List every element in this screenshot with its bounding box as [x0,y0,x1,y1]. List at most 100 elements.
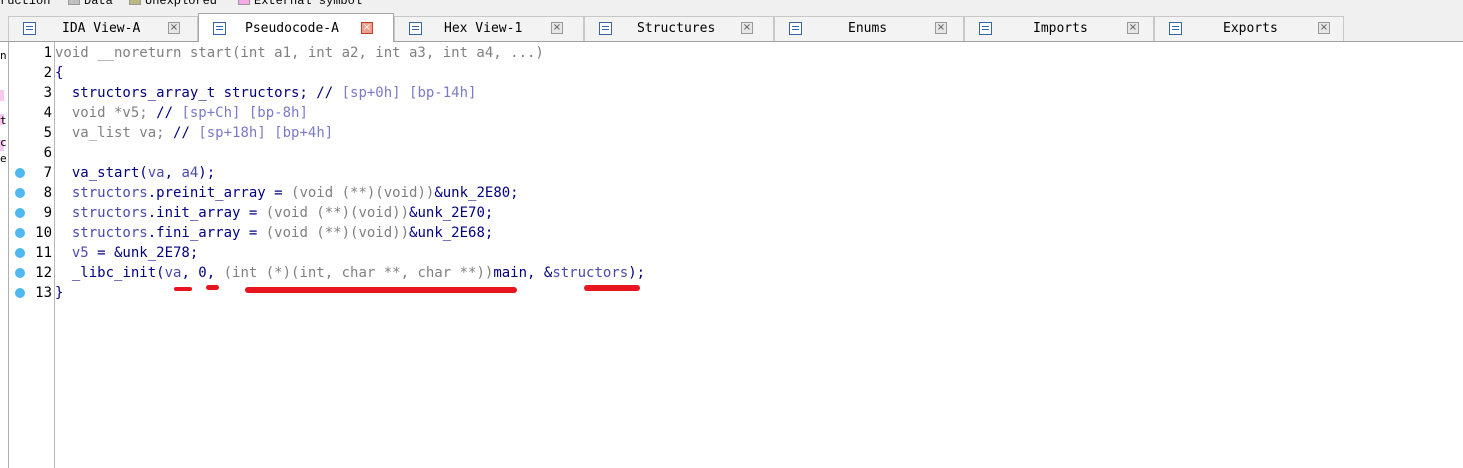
code-token: structors_array_t structors; [55,85,317,101]
breakpoint-dot-icon[interactable] [15,268,25,278]
close-icon[interactable]: × [741,22,753,34]
tab-label: Structures [637,21,716,36]
legend-swatch [68,0,80,6]
code-line[interactable]: _libc_init(va, 0, (int (*)(int, char **,… [55,263,645,283]
line-number: 12 [35,265,52,281]
code-line[interactable]: structors.fini_array = (void (**)(void))… [55,223,493,243]
line-number: 8 [43,185,52,201]
left-panel-text: n [0,49,7,62]
tab-enums[interactable]: Enums × [774,16,964,41]
tab-ida-view-a[interactable]: IDA View-A × [8,16,198,41]
code-token: (void (**)(void)) [291,185,435,201]
tab-label: Exports [1223,21,1278,36]
breakpoint-dot-icon[interactable] [15,288,25,298]
tab-bar: IDA View-A × Pseudocode-A × Hex View-1 × Struc… [0,11,1463,42]
code-token: void *v5; [55,105,157,121]
red-annotation-underline [206,285,219,290]
left-panel-text: e [0,152,7,165]
line-number: 10 [35,225,52,241]
left-panel[interactable]: n tce [0,42,9,468]
breakpoint-dot-icon[interactable] [15,208,25,218]
code-token: main, & [493,265,553,281]
close-icon[interactable]: × [361,22,373,34]
code-line[interactable]: va_list va; // [sp+18h] [bp+4h] [55,123,333,143]
code-line[interactable]: { [55,63,63,83]
disassembly-icon [23,22,36,35]
code-token: .preinit_array = [147,185,292,201]
breakpoint-dot-icon[interactable] [15,188,25,198]
line-number: 11 [35,245,52,261]
code-line[interactable]: structors.preinit_array = (void (**)(voi… [55,183,519,203]
code-token: // [156,105,182,121]
external-symbol-marker [0,90,4,101]
code-token: void __noreturn start(int a1, int a2, in… [55,45,544,61]
code-token: a4 [181,165,199,181]
breakpoint-dot-icon[interactable] [15,168,25,178]
close-icon[interactable]: × [1127,22,1139,34]
line-number: 3 [43,85,52,101]
code-line[interactable]: } [55,283,63,303]
code-line[interactable]: structors_array_t structors; // [sp+0h] … [55,83,477,103]
code-token: ); [198,165,216,181]
code-line[interactable]: void __noreturn start(int a1, int a2, in… [55,43,544,63]
tab-exports[interactable]: Exports × [1154,16,1344,41]
exports-icon [1169,22,1182,35]
close-icon[interactable]: × [935,22,947,34]
code-token: va_start( [55,165,148,181]
code-line[interactable]: va_start(va, a4); [55,163,215,183]
hex-icon [409,22,422,35]
code-token: [sp+Ch] [bp-8h] [181,105,308,121]
tab-label: Imports [1033,21,1088,36]
code-token: // [173,125,199,141]
legend-swatch [129,0,141,6]
code-line[interactable]: void *v5; // [sp+Ch] [bp-8h] [55,103,308,123]
color-legend: ruction Data Unexplored External symbol [0,0,1463,11]
line-number: 4 [43,105,52,121]
code-token: { [55,65,64,81]
line-number: 5 [43,125,52,141]
line-number: 6 [43,145,52,161]
tab-imports[interactable]: Imports × [964,16,1154,41]
close-icon[interactable]: × [551,22,563,34]
code-token: &unk_2E80; [434,185,519,201]
code-token: [sp+0h] [bp-14h] [341,85,477,101]
structures-icon [599,22,612,35]
tab-label: Pseudocode-A [245,21,339,36]
breakpoint-dot-icon[interactable] [15,228,25,238]
tab-hex-view-1[interactable]: Hex View-1 × [394,16,584,41]
tab-pseudocode-a[interactable]: Pseudocode-A × [198,13,394,42]
code-token: va_list va; [55,125,174,141]
code-token: , 0, [181,265,224,281]
tab-label: IDA View-A [62,21,141,36]
legend-label: ruction [0,0,51,8]
line-number: 7 [43,165,52,181]
red-annotation-underline [584,285,640,291]
pseudocode-editor[interactable]: 1 2 3 4 5 6 7 8 9 10 11 12 13 void __noreturn start(i… [9,42,1463,468]
code-token: ); [628,265,646,281]
legend-label: Unexplored [145,0,218,8]
code-token: = &unk_2E78; [88,245,199,261]
code-token: (void (**)(void)) [265,225,410,241]
code-token: .fini_array = [147,225,266,241]
code-token: _libc_init( [55,265,165,281]
breakpoint-dot-icon[interactable] [15,248,25,258]
code-token: &unk_2E70; [409,205,494,221]
code-line[interactable]: structors.init_array = (void (**)(void))… [55,203,493,223]
tab-label: Enums [848,21,888,36]
code-token: [sp+18h] [bp+4h] [198,125,334,141]
legend-item: External symbol [238,0,362,8]
close-icon[interactable]: × [168,22,180,34]
line-number: 9 [43,205,52,221]
code-token: va [147,165,165,181]
code-line[interactable]: v5 = &unk_2E78; [55,243,198,263]
code-token: (int (*)(int, char **, char **)) [223,265,494,281]
tab-structures[interactable]: Structures × [584,16,774,41]
left-panel-text: t [0,114,7,127]
code-token: structors [552,265,629,281]
legend-item: ruction [0,0,50,8]
tab-label: Hex View-1 [444,21,523,36]
close-icon[interactable]: × [1318,22,1330,34]
code-token: .init_array = [147,205,266,221]
code-token: structors [55,205,148,221]
code-token: , [164,165,182,181]
